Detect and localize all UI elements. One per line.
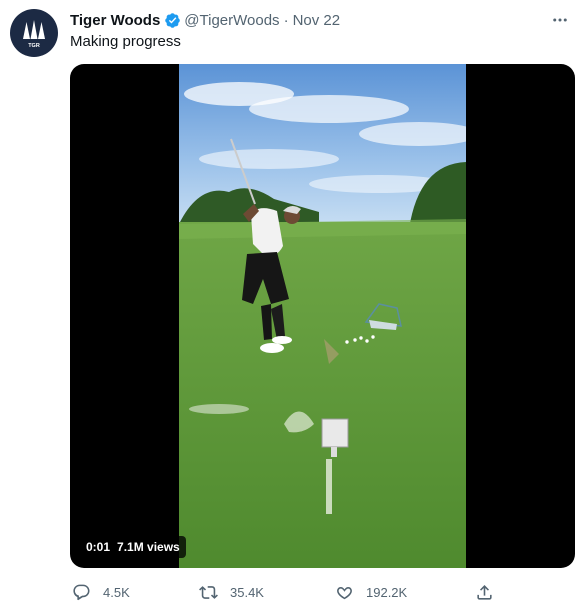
tweet-card[interactable]: TGR Tiger Woods @TigerWoods · Nov 22 Mak…	[0, 0, 582, 606]
avatar[interactable]: TGR	[10, 9, 58, 57]
author-handle[interactable]: @TigerWoods	[184, 12, 279, 29]
verified-badge-icon	[165, 12, 181, 28]
golfer-swing-image	[179, 64, 466, 568]
like-button[interactable]: 192.2K	[335, 580, 407, 604]
like-count: 192.2K	[366, 584, 408, 600]
video-frame	[179, 64, 466, 568]
retweet-count: 35.4K	[230, 584, 264, 600]
author-name[interactable]: Tiger Woods	[70, 12, 160, 29]
share-icon	[477, 584, 492, 600]
like-icon	[337, 586, 352, 599]
retweet-icon	[199, 585, 218, 599]
more-options-icon[interactable]	[548, 8, 572, 32]
video-time: 0:01	[86, 540, 111, 554]
reply-icon	[73, 584, 90, 600]
share-button[interactable]	[475, 580, 494, 604]
video-player[interactable]: 0:01 7.1M views	[70, 64, 575, 568]
reply-button[interactable]: 4.5K	[72, 580, 130, 604]
reply-count: 4.5K	[103, 584, 130, 600]
tweet-text: Making progress	[70, 33, 181, 50]
tweet-actions-bar: 4.5K 35.4K 192.2K	[70, 580, 510, 604]
video-views: 7.1M views	[117, 540, 180, 554]
retweet-button[interactable]: 35.4K	[199, 580, 264, 604]
tweet-header: Tiger Woods @TigerWoods · Nov 22	[70, 10, 340, 30]
header-separator: ·	[283, 11, 289, 29]
avatar-logo-text: TGR	[28, 43, 40, 49]
tgr-logo-icon: TGR	[23, 20, 45, 49]
video-stats-badge: 0:01 7.1M views	[80, 536, 186, 558]
tweet-date[interactable]: Nov 22	[293, 12, 341, 29]
